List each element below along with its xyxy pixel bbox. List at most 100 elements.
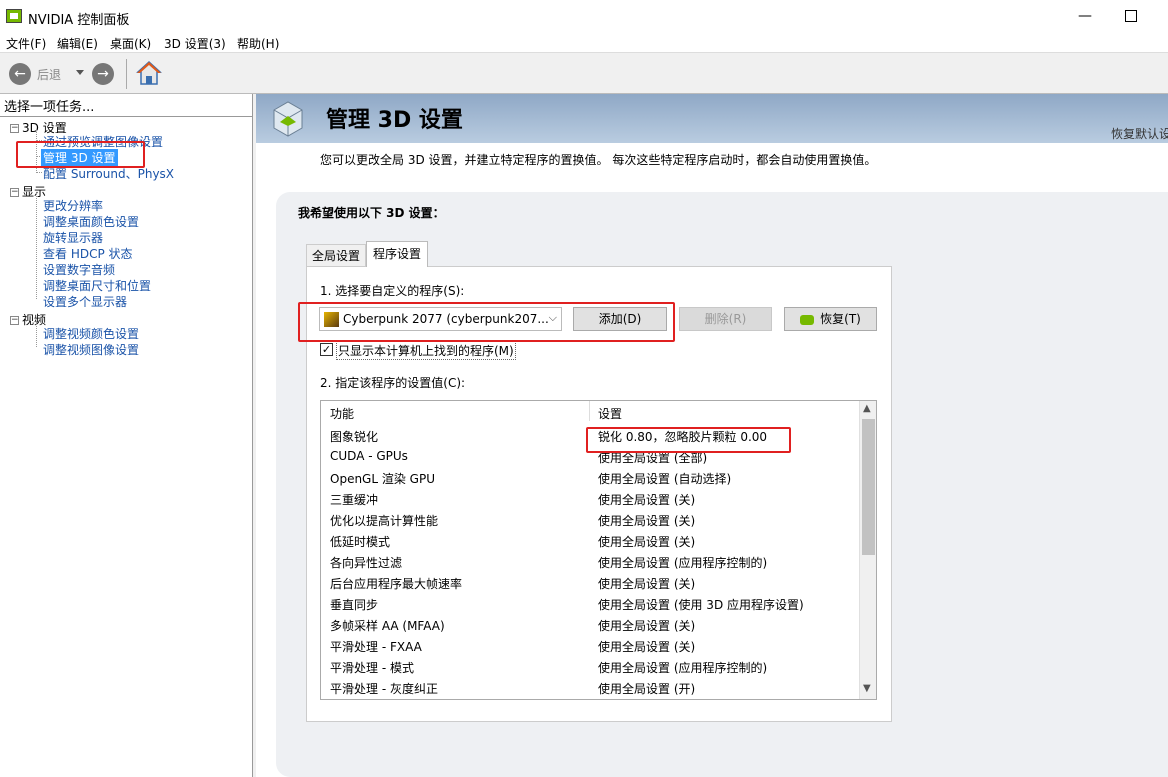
restore-button-label: 恢复(T) [820,312,861,326]
setting-cell[interactable]: 使用全局设置 (关) [598,575,695,592]
minimize-button[interactable]: — [1070,4,1100,28]
setting-cell[interactable]: 使用全局设置 (关) [598,491,695,508]
tree-item-hdcp-status[interactable]: 查看 HDCP 状态 [43,245,133,262]
setting-cell[interactable]: 使用全局设置 (使用 3D 应用程序设置) [598,596,804,613]
tree-item-digital-audio[interactable]: 设置数字音频 [43,261,115,278]
toolbar-separator [126,59,127,89]
history-dropdown-icon[interactable] [76,70,84,75]
page-description: 您可以更改全局 3D 设置，并建立特定程序的置换值。 每次这些特定程序启动时，都… [320,153,877,167]
collapse-icon[interactable]: − [10,124,19,133]
column-header-setting[interactable]: 设置 [598,405,622,422]
back-button[interactable]: ← [9,63,31,85]
collapse-icon[interactable]: − [10,316,19,325]
tree-item-multiple-displays[interactable]: 设置多个显示器 [43,293,127,310]
page-banner: 管理 3D 设置 恢复默认设 [256,94,1168,144]
menu-edit[interactable]: 编辑(E) [57,35,98,52]
menu-3d-settings[interactable]: 3D 设置(3) [164,35,226,52]
table-row[interactable]: 低延时模式 使用全局设置 (关) [321,530,859,551]
table-row[interactable]: 平滑处理 - 灰度纠正 使用全局设置 (开) [321,677,859,698]
only-found-programs-label[interactable]: 只显示本计算机上找到的程序(M) [336,341,516,360]
back-label: 后退 [37,68,62,82]
setting-cell[interactable]: 使用全局设置 (关) [598,533,695,550]
only-found-programs-checkbox[interactable]: ✓ [320,343,333,356]
menu-bar: 文件(F) 编辑(E) 桌面(K) 3D 设置(3) 帮助(H) [0,32,1168,53]
restore-defaults-link[interactable]: 恢复默认设 [1111,125,1168,142]
feature-cell: 垂直同步 [330,598,379,612]
tab-program-settings[interactable]: 程序设置 [366,241,428,267]
feature-cell: 平滑处理 - 灰度纠正 [330,682,438,696]
task-pane-label: 选择一项任务... [4,100,95,115]
table-row[interactable]: 三重缓冲 使用全局设置 (关) [321,488,859,509]
feature-cell: 三重缓冲 [330,493,379,507]
collapse-icon[interactable]: − [10,188,19,197]
vertical-scrollbar[interactable]: ▲ ▼ [859,401,876,699]
annotation-highlight-box [298,302,675,342]
tree-item-desktop-size[interactable]: 调整桌面尺寸和位置 [43,277,151,294]
scrollbar-thumb[interactable] [862,419,875,555]
home-icon[interactable] [136,60,162,86]
select-program-label: 1. 选择要自定义的程序(S): [320,284,465,298]
column-header-feature[interactable]: 功能 [330,405,354,422]
tree-connector [36,321,37,347]
delete-program-button[interactable]: 删除(R) [679,307,772,331]
window-title: NVIDIA 控制面板 [28,13,130,28]
feature-cell: OpenGL 渲染 GPU [330,472,435,486]
grid-header: 功能 设置 [321,401,859,421]
task-tree: −3D 设置 通过预览调整图像设置 管理 3D 设置 配置 Surround、P… [0,116,252,777]
specify-settings-label: 2. 指定该程序的设置值(C): [320,376,466,390]
feature-cell: 平滑处理 - FXAA [330,640,422,654]
panel-heading: 我希望使用以下 3D 设置： [298,206,445,220]
tree-group-video[interactable]: − 视频 [10,311,46,328]
table-row[interactable]: 各向异性过滤 使用全局设置 (应用程序控制的) [321,551,859,572]
menu-help[interactable]: 帮助(H) [237,35,279,52]
tab-global-settings[interactable]: 全局设置 [306,244,366,266]
table-row[interactable]: 后台应用程序最大帧速率 使用全局设置 (关) [321,572,859,593]
setting-cell[interactable]: 使用全局设置 (关) [598,638,695,655]
scroll-down-icon[interactable]: ▼ [863,683,871,694]
title-bar: NVIDIA 控制面板 — [0,0,1168,32]
maximize-button[interactable] [1117,4,1147,28]
menu-file[interactable]: 文件(F) [6,35,46,52]
toolbar: ← 后退 → [0,53,1168,94]
forward-button[interactable]: → [92,63,114,85]
task-pane: 选择一项任务... −3D 设置 通过预览调整图像设置 管理 3D 设置 配置 … [0,94,253,777]
table-row[interactable]: OpenGL 渲染 GPU 使用全局设置 (自动选择) [321,467,859,488]
column-separator [589,401,590,421]
setting-cell[interactable]: 使用全局设置 (关) [598,617,695,634]
feature-cell: CUDA - GPUs [330,449,408,463]
nvidia-app-icon [6,9,22,23]
feature-cell: 平滑处理 - 模式 [330,661,414,675]
setting-cell[interactable]: 使用全局设置 (自动选择) [598,470,731,487]
tree-item-video-color[interactable]: 调整视频颜色设置 [43,325,139,342]
table-row[interactable]: 优化以提高计算性能 使用全局设置 (关) [321,509,859,530]
table-row[interactable]: 平滑处理 - FXAA 使用全局设置 (关) [321,635,859,656]
setting-cell[interactable]: 使用全局设置 (应用程序控制的) [598,554,767,571]
page-title: 管理 3D 设置 [326,108,463,133]
feature-cell: 图象锐化 [330,430,379,444]
feature-cell: 后台应用程序最大帧速率 [330,577,463,591]
restore-program-button[interactable]: 恢复(T) [784,307,877,331]
tree-item-change-resolution[interactable]: 更改分辨率 [43,197,103,214]
tree-group-display[interactable]: − 显示 [10,183,46,200]
table-row[interactable]: 平滑处理 - 模式 使用全局设置 (应用程序控制的) [321,656,859,677]
annotation-highlight-box [586,427,791,453]
3d-cube-icon [273,101,303,137]
feature-cell: 优化以提高计算性能 [330,514,439,528]
annotation-highlight-box [16,141,145,168]
tree-item-rotate-display[interactable]: 旋转显示器 [43,229,103,246]
setting-cell[interactable]: 使用全局设置 (开) [598,680,695,697]
settings-panel: 我希望使用以下 3D 设置： 全局设置 程序设置 1. 选择要自定义的程序(S)… [276,192,1168,777]
tree-item-desktop-color[interactable]: 调整桌面颜色设置 [43,213,139,230]
tree-connector [36,193,37,299]
nvidia-control-panel-window: NVIDIA 控制面板 — 文件(F) 编辑(E) 桌面(K) 3D 设置(3)… [0,0,1168,777]
feature-cell: 低延时模式 [330,535,391,549]
tree-connector [36,172,42,173]
tree-item-video-image[interactable]: 调整视频图像设置 [43,341,139,358]
feature-cell: 多帧采样 AA (MFAA) [330,619,445,633]
setting-cell[interactable]: 使用全局设置 (应用程序控制的) [598,659,767,676]
table-row[interactable]: 多帧采样 AA (MFAA) 使用全局设置 (关) [321,614,859,635]
setting-cell[interactable]: 使用全局设置 (关) [598,512,695,529]
table-row[interactable]: 垂直同步 使用全局设置 (使用 3D 应用程序设置) [321,593,859,614]
scroll-up-icon[interactable]: ▲ [863,403,871,414]
menu-desktop[interactable]: 桌面(K) [110,35,151,52]
